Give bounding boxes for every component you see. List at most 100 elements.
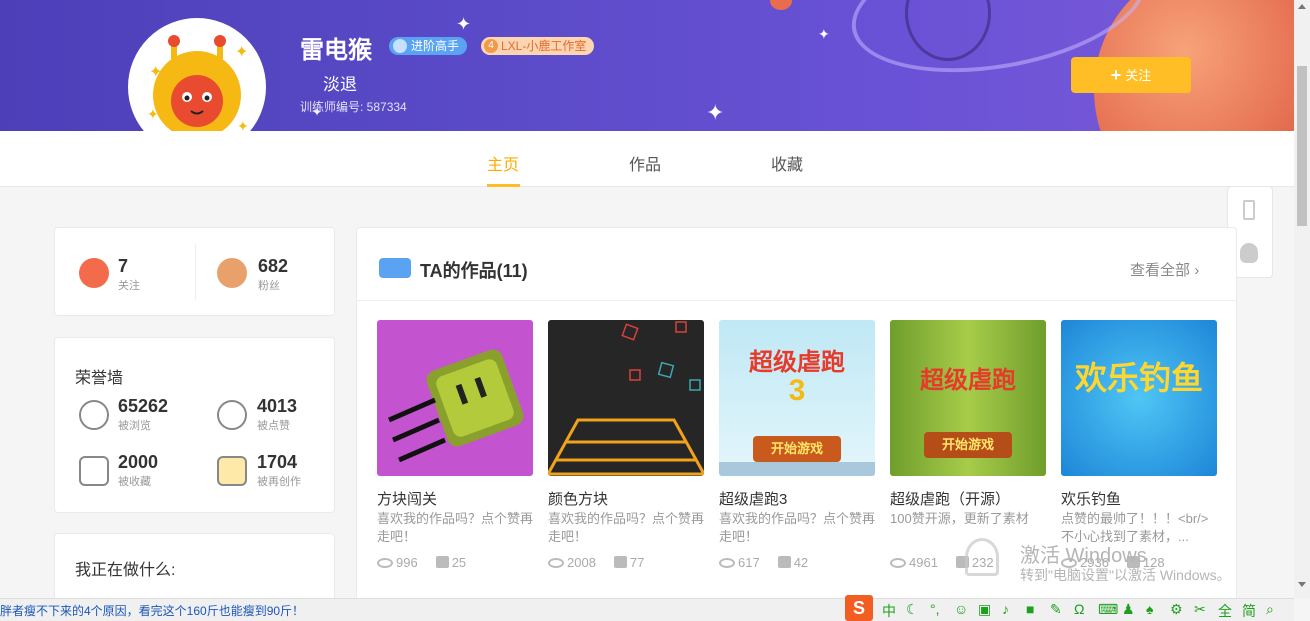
thumbs-up-icon — [777, 556, 791, 568]
ime-fullwidth[interactable]: 全 — [1218, 601, 1232, 621]
divider — [195, 244, 196, 300]
keyboard-icon[interactable]: ⌨ — [1098, 601, 1118, 618]
chevron-right-icon: › — [1194, 262, 1200, 279]
fans-icon — [217, 258, 247, 288]
moon-icon[interactable]: ☾ — [906, 601, 919, 618]
scissors-icon[interactable]: ✂ — [1194, 601, 1206, 618]
fans-count[interactable]: 682 — [258, 256, 288, 277]
work-description: 喜欢我的作品吗？点个赞再走吧！ — [377, 511, 533, 544]
shield-icon — [393, 39, 407, 53]
settings-icon[interactable]: ⚙ — [1170, 601, 1183, 618]
collects-label: 被收藏 — [118, 476, 151, 488]
likes-count: 4013 — [257, 396, 298, 416]
remixes-count: 1704 — [257, 452, 298, 472]
work-likes: 42 — [793, 555, 809, 570]
chat-icon[interactable]: ▣ — [978, 601, 991, 618]
sparkle-icon: ✦ — [456, 14, 472, 34]
status-ad-link[interactable]: 胖者瘦不下来的4个原因，看完这个160斤也能瘦到90斤！ — [0, 602, 304, 619]
sparkle-icon: ✦ — [706, 100, 725, 125]
mobile-icon[interactable] — [1243, 200, 1255, 220]
level-badge-label: 进阶高手 — [411, 39, 460, 53]
user-icon[interactable]: ♟ — [1122, 601, 1135, 618]
follow-button[interactable]: + 关注 — [1071, 57, 1191, 93]
emoji-icon[interactable]: ☺ — [954, 601, 968, 617]
work-title[interactable]: 超级虐跑（开源） — [890, 488, 1010, 509]
toolbox-icon[interactable]: ■ — [1026, 601, 1034, 617]
thumb-game-title: 欢乐钓鱼 — [1074, 360, 1203, 396]
work-thumbnail[interactable] — [548, 320, 704, 476]
eye-icon — [79, 400, 109, 430]
tab-works[interactable]: 作品 — [629, 151, 661, 175]
works-header: TA的作品(11) 查看全部 › — [357, 228, 1236, 301]
pen-icon[interactable]: ✎ — [1050, 601, 1062, 618]
following-label: 关注 — [118, 280, 140, 292]
headphone-icon[interactable]: Ω — [1074, 601, 1084, 617]
vertical-scrollbar[interactable] — [1294, 0, 1310, 598]
doing-title: 我正在做什么: — [75, 562, 176, 579]
work-thumbnail[interactable]: 超级虐跑 3 开始游戏 — [719, 320, 875, 476]
works-title: TA的作品(11) — [420, 261, 528, 281]
views-label: 被浏览 — [118, 420, 151, 432]
active-tab-indicator — [487, 184, 520, 187]
collects-count: 2000 — [118, 452, 159, 472]
remixes-label: 被再创作 — [257, 476, 301, 488]
work-description: 喜欢我的作品吗？点个赞再走吧！ — [719, 511, 875, 544]
follow-button-label: 关注 — [1125, 68, 1152, 83]
eye-icon — [719, 558, 735, 568]
work-views: 996 — [396, 555, 418, 570]
collect-icon — [79, 456, 109, 486]
user-signature: 淡退 — [323, 75, 357, 94]
tab-favorites[interactable]: 收藏 — [771, 151, 803, 175]
shirt-icon[interactable]: ♠ — [1146, 601, 1153, 617]
work-views: 617 — [738, 555, 760, 570]
watermark-subtitle: 转到"电脑设置"以激活 Windows。 — [1020, 567, 1231, 583]
work-views: 2008 — [567, 555, 596, 570]
color-road-icon — [548, 321, 704, 476]
work-thumbnail[interactable]: 欢乐钓鱼 — [1061, 320, 1217, 476]
eye-icon — [890, 558, 906, 568]
microphone-icon[interactable]: ♪ — [1002, 601, 1009, 617]
status-bar: 胖者瘦不下来的4个原因，看完这个160斤也能瘦到90斤！ S 中 ☾ °, ☺ … — [0, 595, 1294, 621]
view-all-label: 查看全部 — [1130, 262, 1191, 279]
punctuation-icon[interactable]: °, — [930, 601, 940, 617]
svg-text:✦: ✦ — [149, 64, 162, 81]
svg-text:✦: ✦ — [235, 44, 248, 61]
views-count: 65262 — [118, 396, 169, 416]
scroll-up-arrow-icon[interactable] — [1298, 4, 1306, 9]
scrollbar-thumb[interactable] — [1297, 66, 1307, 226]
tab-home[interactable]: 主页 — [487, 151, 519, 175]
social-card: 7 关注 682 粉丝 — [54, 227, 335, 316]
work-thumbnail[interactable] — [377, 320, 533, 476]
work-likes: 25 — [451, 555, 467, 570]
watermark-title: 激活 Windows — [1020, 545, 1147, 567]
thumb-start-button: 开始游戏 — [753, 436, 841, 462]
eye-icon — [548, 558, 564, 568]
work-description: 喜欢我的作品吗？点个赞再走吧！ — [548, 511, 704, 544]
thumb-game-title: 超级虐跑 — [920, 367, 1016, 394]
studio-badge-label: LXL-小鹿工作室 — [501, 39, 587, 53]
svg-text:✦: ✦ — [147, 106, 159, 122]
thumbs-up-icon — [613, 556, 627, 568]
sogou-ime-icon[interactable]: S — [845, 595, 873, 621]
level-badge: 进阶高手 — [389, 37, 468, 55]
eye-icon — [377, 558, 393, 568]
work-title[interactable]: 超级虐跑3 — [719, 488, 787, 509]
qq-icon[interactable] — [1240, 243, 1258, 263]
view-all-link[interactable]: 查看全部 › — [1130, 259, 1199, 280]
following-icon — [79, 258, 109, 288]
ime-chinese-mode[interactable]: 中 — [882, 601, 896, 621]
work-title[interactable]: 欢乐钓鱼 — [1061, 488, 1121, 509]
scroll-down-arrow-icon[interactable] — [1298, 582, 1306, 587]
remix-icon — [217, 456, 247, 486]
studio-badge[interactable]: 4 LXL-小鹿工作室 — [481, 37, 595, 55]
work-title[interactable]: 方块闯关 — [377, 488, 437, 509]
work-thumbnail[interactable]: 超级虐跑 开始游戏 — [890, 320, 1046, 476]
ime-simplified[interactable]: 简 — [1242, 601, 1256, 621]
work-title[interactable]: 颜色方块 — [548, 488, 608, 509]
works-icon — [379, 258, 411, 278]
search-icon[interactable]: ⌕ — [1266, 601, 1274, 618]
thumb-game-number: 3 — [788, 374, 806, 407]
profile-tabs: 主页 作品 收藏 — [0, 131, 1294, 187]
work-stats: 617 42 — [719, 555, 808, 570]
following-count[interactable]: 7 — [118, 256, 128, 277]
